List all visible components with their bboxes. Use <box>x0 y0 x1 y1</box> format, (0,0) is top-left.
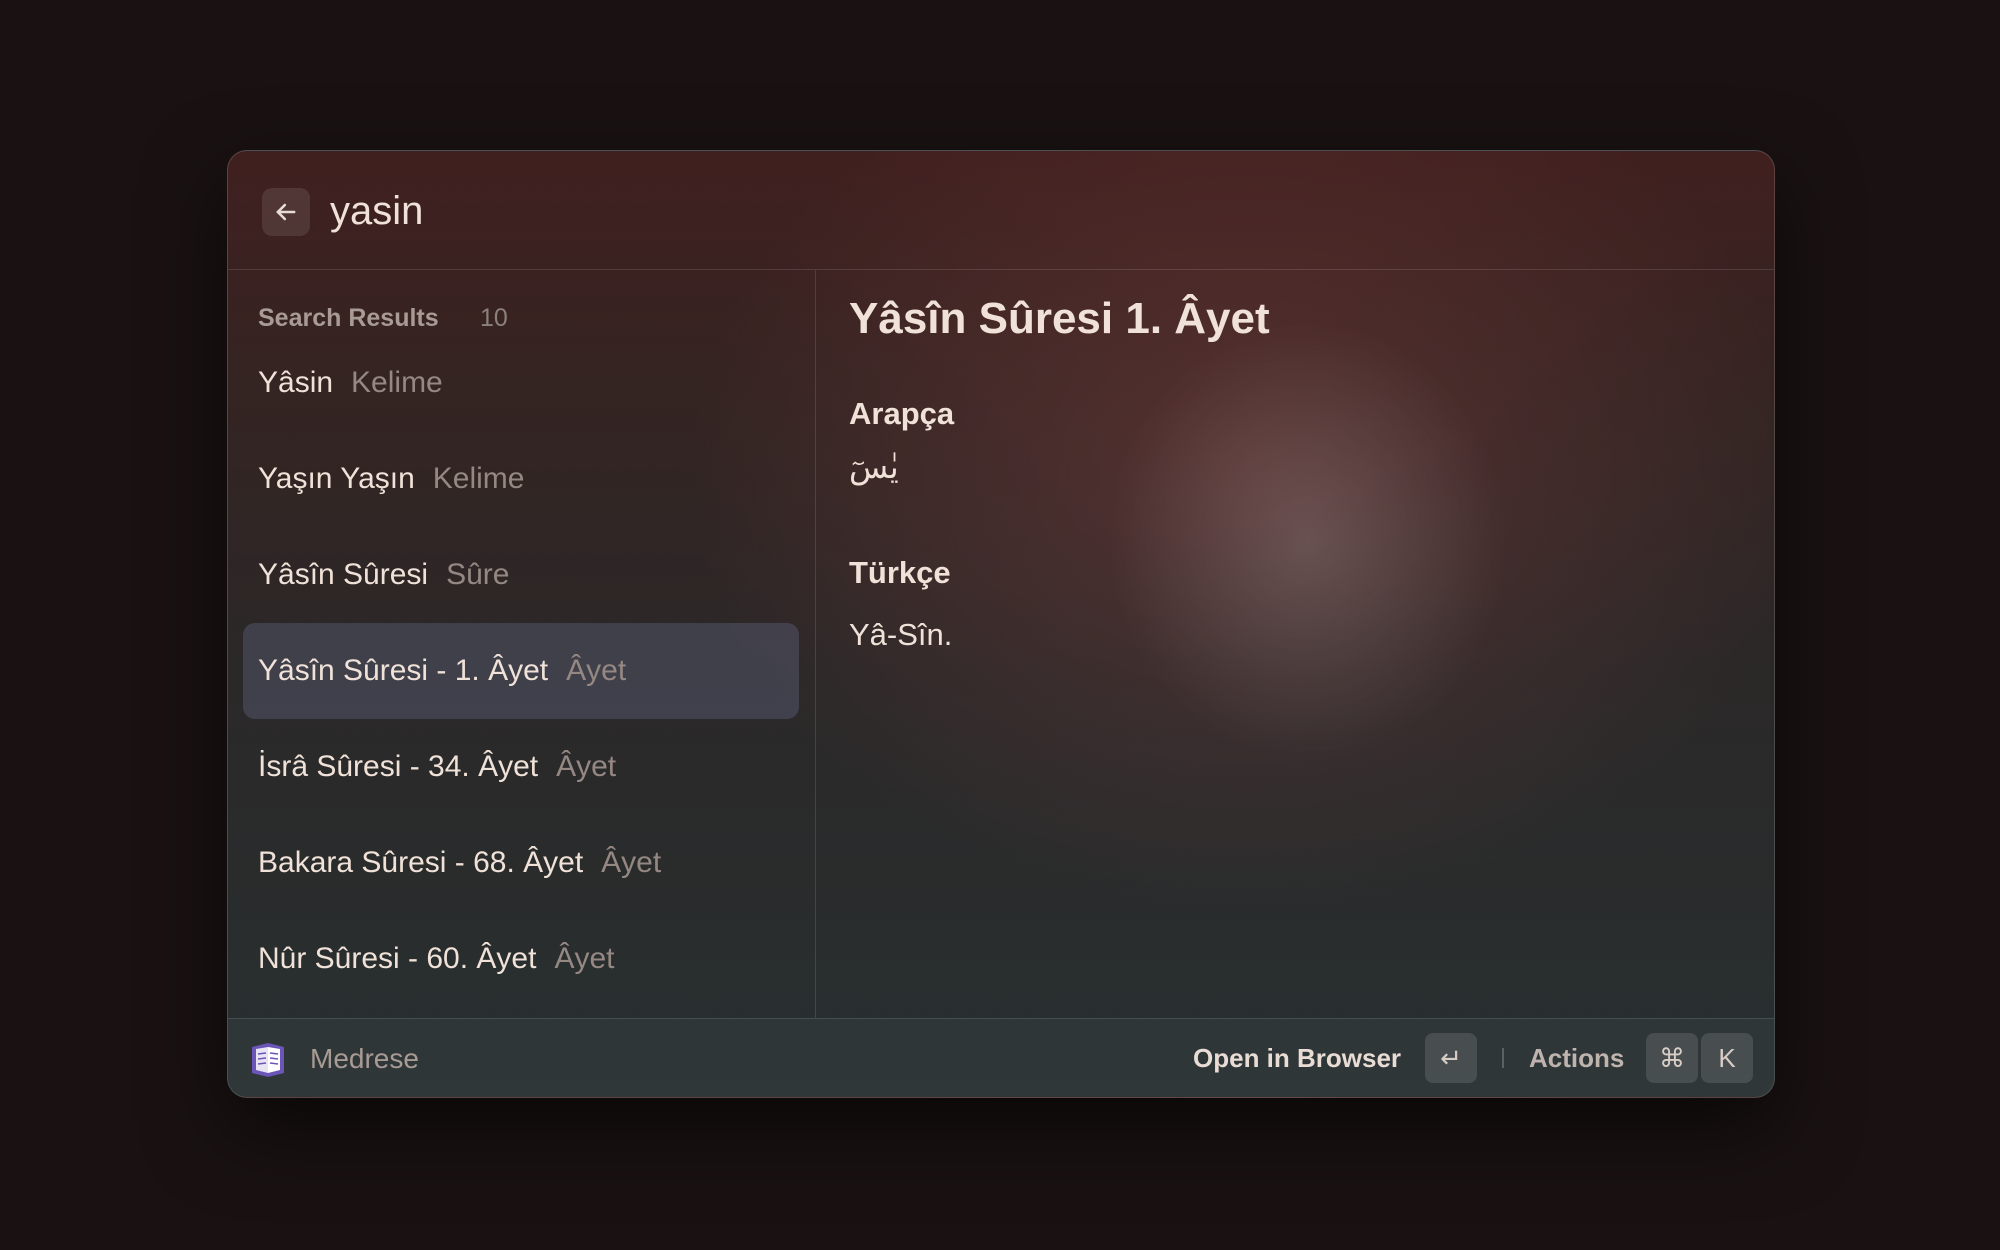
extension-name: Medrese <box>310 1043 419 1074</box>
results-count: 10 <box>480 304 508 332</box>
item-type: Âyet <box>566 654 627 687</box>
list-item[interactable]: İsrâ Sûresi - 34. Âyet Âyet <box>243 719 799 815</box>
k-key: K <box>1701 1033 1753 1083</box>
arabic-label: Arapça <box>849 396 955 431</box>
actions-button[interactable]: Actions <box>1529 1043 1624 1074</box>
footer-divider <box>1502 1048 1504 1068</box>
list-item-selected[interactable]: Yâsîn Sûresi - 1. Âyet Âyet <box>243 623 799 719</box>
arabic-text: يٰسٓ <box>849 448 899 486</box>
command-key-icon: ⌘ <box>1646 1033 1698 1083</box>
enter-key-icon: ↵ <box>1425 1033 1477 1083</box>
item-title: Yâsîn Sûresi <box>258 558 429 591</box>
item-type: Sûre <box>446 558 510 591</box>
results-list: Search Results 10 Yâsin Kelime Yaşın Yaş… <box>228 270 816 1018</box>
list-item[interactable]: Yâsin Kelime <box>243 335 799 431</box>
item-type: Kelime <box>432 462 525 495</box>
list-item[interactable]: Nûr Sûresi - 60. Âyet Âyet <box>243 911 799 1007</box>
open-in-browser-button[interactable]: Open in Browser <box>1193 1043 1401 1074</box>
item-title: Yaşın Yaşın <box>258 462 415 495</box>
item-type: Âyet <box>554 942 615 975</box>
book-icon <box>252 1043 284 1077</box>
arrow-left-icon <box>276 203 296 221</box>
list-item[interactable]: Yaşın Yaşın Kelime <box>243 431 799 527</box>
item-title: Yâsîn Sûresi - 1. Âyet <box>258 654 549 687</box>
search-bar <box>228 151 1774 270</box>
item-type: Âyet <box>556 750 617 783</box>
item-title: Bakara Sûresi - 68. Âyet <box>258 846 584 879</box>
list-item[interactable]: Yâsîn Sûresi Sûre <box>243 527 799 623</box>
turkish-label: Türkçe <box>849 555 951 590</box>
detail-pane: Yâsîn Sûresi 1. Âyet Arapça يٰسٓ Türkçe … <box>816 270 1774 1018</box>
item-type: Âyet <box>601 846 662 879</box>
item-title: İsrâ Sûresi - 34. Âyet <box>258 750 539 783</box>
turkish-text: Yâ-Sîn. <box>849 617 953 652</box>
back-button[interactable] <box>262 188 310 236</box>
section-header: Search Results <box>258 304 439 332</box>
launcher-window: Search Results 10 Yâsin Kelime Yaşın Yaş… <box>227 150 1775 1098</box>
item-title: Nûr Sûresi - 60. Âyet <box>258 942 537 975</box>
footer-bar: Medrese Open in Browser ↵ Actions ⌘ K <box>228 1018 1774 1097</box>
search-input[interactable] <box>330 179 1230 243</box>
list-item[interactable]: Bakara Sûresi - 68. Âyet Âyet <box>243 815 799 911</box>
item-title: Yâsin <box>258 366 334 399</box>
detail-title: Yâsîn Sûresi 1. Âyet <box>849 294 1270 343</box>
item-type: Kelime <box>351 366 443 399</box>
